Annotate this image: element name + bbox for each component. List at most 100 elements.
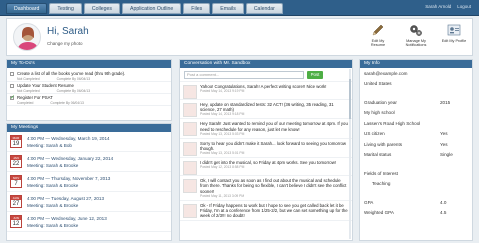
info-row-citizen: US citizen Yes [364,131,448,136]
info-fields-label: Fields of Interest [364,170,398,176]
info-row-high-school: My high school [364,110,395,115]
logout-link[interactable]: Logout [457,4,471,9]
info-row-graduation: Graduation year 2015 [364,99,451,105]
info-row-weighted-gpa: Weighted GPA 4.5 [364,210,447,215]
message-time: Posted May 14, 2013 9:19 PM [200,89,245,94]
todo-due: Complete By 06/04/13 [50,100,84,105]
message-avatar [183,179,197,194]
meeting-item[interactable]: NOV 7 4:00 PM — Thursday, November 7, 201… [7,172,171,192]
post-comment-row: Post a comment... Post [180,68,352,82]
conversation-scrollbar[interactable] [349,69,351,239]
message-avatar [183,122,197,137]
todo-status: Not Completed [17,76,40,81]
info-row-parents: Living with parents Yes [364,141,448,147]
meeting-title: Meeting: Sarah & Brooke [27,203,79,208]
gears-icon [410,25,422,36]
meetings-panel-title: My Meetings [7,124,171,132]
change-photo-link[interactable]: Change my photo [47,41,83,46]
tab-emails[interactable]: Emails [212,3,244,14]
message-avatar [183,85,197,99]
manage-notifications-button[interactable]: Manage My Notifications [403,23,429,48]
message-time: Posted May 13, 2013 5:01 PM [200,151,245,156]
calendar-icon: MAR 19 [10,135,22,148]
message-item: Yahoo! Congratulations, Sarah! A perfect… [180,82,352,100]
meeting-title: Meeting: Sarah & Bob [27,143,72,148]
my-info-panel-title: My Info [360,60,472,68]
message-avatar [183,141,197,156]
meeting-time: 4:00 PM — Wednesday, March 19, 2014 [27,136,110,141]
meeting-item[interactable]: AUG 27 4:00 PM — Tuesday, August 27, 2013… [7,192,171,212]
edit-resume-label: Edit My Resume [370,39,386,48]
my-info-panel: My Info sarah@example.com United States … [359,59,473,241]
message-text: Hey Sarah! Just wanted to remind you of … [200,121,348,132]
meeting-title: Meeting: Sarah & Brooke [27,183,79,188]
meeting-item[interactable]: JUN 12 4:00 PM — Wednesday, June 12, 2013… [7,212,171,232]
meeting-item[interactable]: MAR 19 4:00 PM — Wednesday, March 19, 201… [7,132,171,152]
meeting-time: 4:00 PM — Wednesday, June 12, 2013 [27,216,107,221]
message-text: Sorry to hear you didn't make it Sarah..… [200,140,347,152]
info-email: sarah@example.com [364,70,408,76]
message-item: Hey, update on standardized tests: 32 AC… [180,100,352,120]
greeting-heading: Hi, Sarah [47,26,89,37]
meeting-time: 4:00 PM — Wednesday, January 22, 2014 [27,156,114,161]
avatar-silhouette-icon [17,27,39,50]
meeting-title: Meeting: Sarah & Brooke [27,223,79,228]
todo-checkbox[interactable] [10,84,14,88]
conversation-panel-title: Conversation with Mr. Sandbox [180,60,352,68]
calendar-icon: AUG 27 [10,195,22,208]
calendar-icon: JAN 22 [10,155,22,168]
todo-item: Register For PSAT Completed Complete By … [7,94,171,106]
info-country: United States [364,81,392,86]
message-text: Ok - If Friday happens to work but I hop… [200,202,348,219]
meetings-panel: My Meetings MAR 19 4:00 PM — Wednesday, M… [6,123,172,241]
todo-item: Update Your Student Resume Not Completed… [7,82,171,94]
message-item: Ok, I will contact you as soon as I find… [180,176,352,201]
calendar-icon: NOV 7 [10,175,22,188]
message-text: Hey, update on standardized tests: 32 AC… [200,102,334,113]
user-name-link[interactable]: Sarah Arnold [425,4,451,9]
message-item: Sorry to hear you didn't make it Sarah..… [180,139,352,159]
todo-item: Create a list of all the books you've re… [7,70,171,82]
pencil-icon [372,24,384,36]
todo-checkbox[interactable] [10,94,15,101]
tab-files[interactable]: Files [183,3,211,14]
info-row-gpa: GPA 4.0 [364,199,447,205]
avatar[interactable] [13,23,41,51]
message-text: Ok, I will contact you as soon as I find… [200,178,347,194]
tab-application-outline[interactable]: Application Outline [122,3,182,14]
message-time: Posted May 14, 2013 9:18 PM [200,112,245,117]
edit-profile-label: Edit My Profile [441,39,467,43]
edit-profile-button[interactable]: Edit My Profile [441,23,467,43]
manage-notifications-label: Manage My Notifications [405,39,427,48]
tab-colleges[interactable]: Colleges [83,3,121,14]
message-time: Posted May 11, 2013 3:09 PM [200,193,245,198]
todo-panel-title: My To-Do's [7,60,171,68]
message-time: Posted May 12, 2013 8:58 PM [200,165,245,170]
main-tabs: Dashboard Testing Colleges Application O… [6,3,283,14]
todo-due: Complete By 06/04/13 [56,76,91,81]
message-avatar [183,103,197,117]
message-item: I didn't get into the musical, so Friday… [180,158,352,177]
tab-dashboard[interactable]: Dashboard [6,3,48,14]
comment-input[interactable]: Post a comment... [184,71,304,79]
meeting-title: Meeting: Sarah & Brooke [27,163,79,168]
conversation-panel: Conversation with Mr. Sandbox Post a com… [179,59,353,241]
meeting-item[interactable]: JAN 22 4:00 PM — Wednesday, January 22, 2… [7,152,171,172]
post-button[interactable]: Post [307,71,323,79]
message-avatar [183,203,197,218]
profile-icon [447,24,461,36]
user-menu: Sarah Arnold Logout [425,4,471,9]
todo-checkbox[interactable] [10,72,14,76]
message-time: Posted May 13, 2013 5:03 PM [200,131,245,136]
message-item: Ok - If Friday happens to work but I hop… [180,201,352,222]
tab-testing[interactable]: Testing [49,3,82,14]
meeting-time: 4:00 PM — Tuesday, August 27, 2013 [27,196,105,201]
todo-panel: My To-Do's Create a list of all the book… [6,59,172,121]
tab-calendar[interactable]: Calendar [245,3,283,14]
info-row-school-name: Lassen's Road High School [364,120,421,126]
calendar-icon: JUN 12 [10,215,22,228]
message-item: Hey Sarah! Just wanted to remind you of … [180,119,352,139]
info-row-marital: Marital status Single [364,152,453,157]
edit-resume-button[interactable]: Edit My Resume [365,23,391,48]
todo-status: Completed [17,100,34,105]
